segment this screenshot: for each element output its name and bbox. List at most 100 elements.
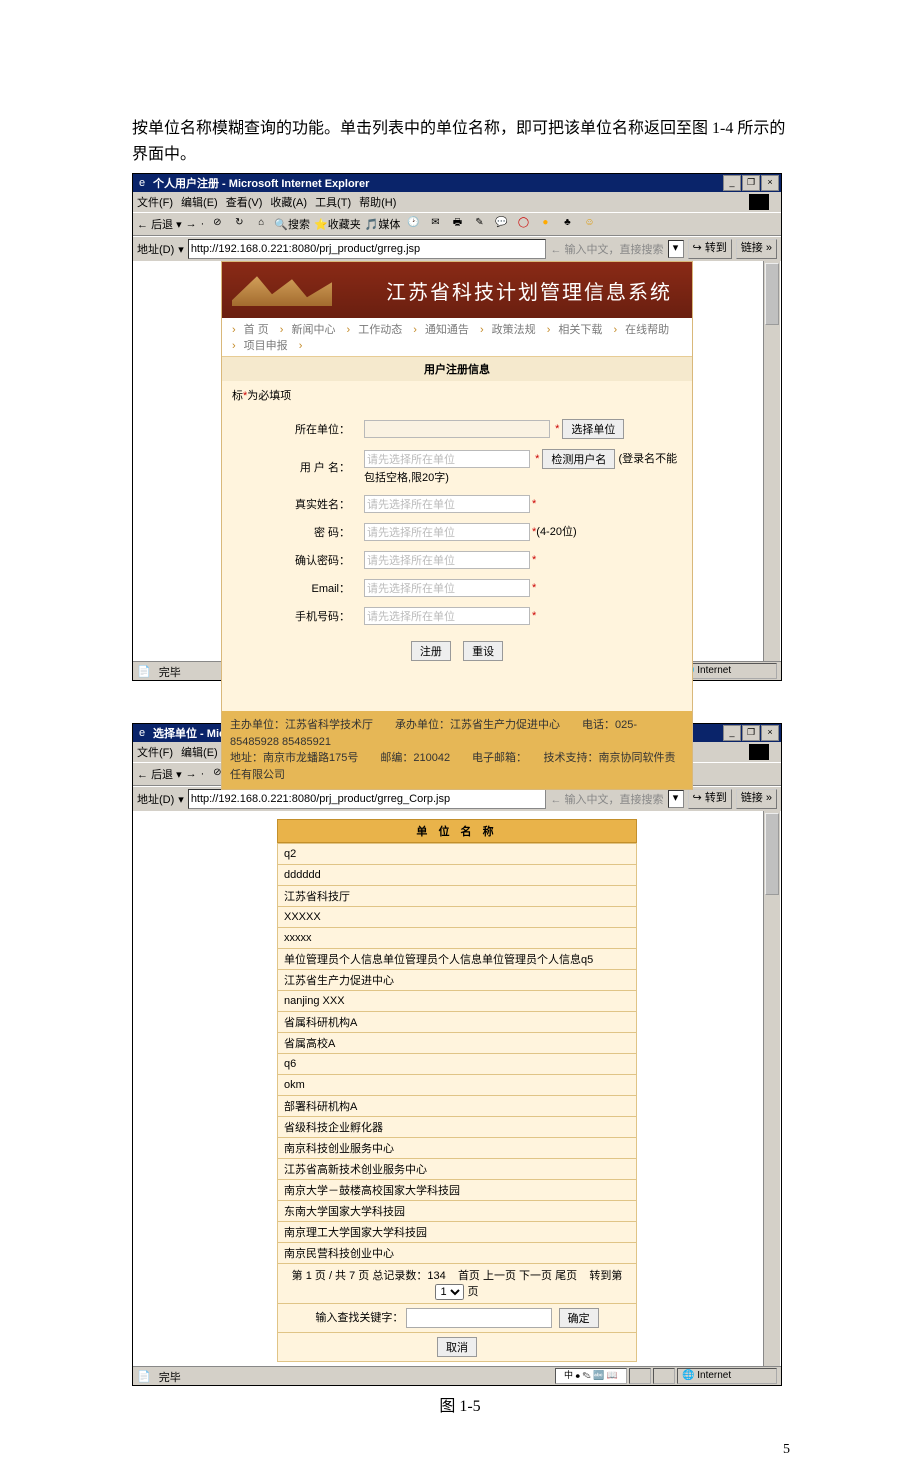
- forward-button[interactable]: →: [186, 218, 197, 230]
- scrollbar-1[interactable]: [763, 261, 780, 661]
- menu-favorites[interactable]: 收藏(A): [270, 194, 307, 210]
- org-list-item[interactable]: q6: [278, 1054, 637, 1075]
- nav-news[interactable]: 新闻中心: [291, 324, 335, 336]
- nav-policy[interactable]: 政策法规: [492, 324, 536, 336]
- titlebar-1: e 个人用户注册 - Microsoft Internet Explorer _…: [133, 174, 781, 192]
- mail-button[interactable]: ✉: [426, 215, 444, 233]
- nav-home[interactable]: 首 页: [244, 324, 269, 336]
- search-hint: ← 输入中文，直接搜索: [550, 241, 663, 257]
- pager-jump-label: 转到第: [589, 1270, 622, 1282]
- list-header: 单 位 名 称: [277, 819, 637, 843]
- stop-button[interactable]: ⊘: [208, 215, 226, 233]
- links-button[interactable]: 链接 »: [736, 789, 777, 809]
- zone-indicator: 🌐 Internet: [677, 1368, 777, 1384]
- menu-view[interactable]: 查看(V): [226, 194, 263, 210]
- pager: 第 1 页 / 共 7 页 总记录数：134 首页 上一页 下一页 尾页 转到第…: [277, 1264, 637, 1304]
- nav-help[interactable]: 在线帮助: [625, 324, 669, 336]
- minimize-button[interactable]: _: [723, 175, 741, 191]
- password-input[interactable]: [364, 523, 530, 541]
- nav-notice[interactable]: 通知通告: [425, 324, 469, 336]
- reset-button[interactable]: 重设: [463, 641, 503, 661]
- go-button[interactable]: ↪ 转到: [688, 789, 732, 809]
- check-user-button[interactable]: 检测用户名: [542, 449, 615, 469]
- close-button[interactable]: ×: [761, 175, 779, 191]
- phone-label: 手机号码：: [224, 603, 356, 629]
- username-input[interactable]: [364, 450, 530, 468]
- org-input[interactable]: [364, 420, 550, 438]
- go-button[interactable]: ↪ 转到: [688, 239, 732, 259]
- org-list-item[interactable]: 南京大学－鼓楼高校国家大学科技园: [278, 1180, 637, 1201]
- org-list-item[interactable]: XXXXX: [278, 907, 637, 928]
- org-list-item[interactable]: 江苏省科技厅: [278, 886, 637, 907]
- org-list-item[interactable]: 南京科技创业服务中心: [278, 1138, 637, 1159]
- email-input[interactable]: [364, 579, 530, 597]
- back-button[interactable]: ← 后退 ▾: [137, 216, 182, 232]
- org-list-item[interactable]: 江苏省高新技术创业服务中心: [278, 1159, 637, 1180]
- tb-icon-red[interactable]: ◯: [514, 215, 532, 233]
- site-footer: 主办单位：江苏省科学技术厅 承办单位：江苏省生产力促进中心 电话：025-854…: [222, 711, 692, 789]
- nav-apply[interactable]: 项目申报: [244, 340, 288, 352]
- favorites-button[interactable]: ⭐收藏夹: [314, 216, 361, 232]
- user-label: 用 户 名：: [224, 445, 356, 489]
- org-list-item[interactable]: dddddd: [278, 865, 637, 886]
- org-list-item[interactable]: 东南大学国家大学科技园: [278, 1201, 637, 1222]
- search-confirm-button[interactable]: 确定: [559, 1308, 599, 1328]
- org-list-item[interactable]: 江苏省生产力促进中心: [278, 970, 637, 991]
- org-list-item[interactable]: 部署科研机构A: [278, 1096, 637, 1117]
- media-button[interactable]: 🎵媒体: [365, 216, 401, 232]
- tb-icon-face[interactable]: ☺: [580, 215, 598, 233]
- search-input[interactable]: [406, 1308, 552, 1328]
- search-dropdown[interactable]: ▾: [668, 240, 684, 258]
- password-hint: (4-20位): [536, 526, 576, 538]
- search-dropdown[interactable]: ▾: [668, 790, 684, 808]
- register-button[interactable]: 注册: [411, 641, 451, 661]
- org-list-item[interactable]: 省属高校A: [278, 1033, 637, 1054]
- restore-button[interactable]: ❐: [742, 175, 760, 191]
- status-text: 完毕: [153, 1369, 187, 1383]
- nav-work[interactable]: 工作动态: [358, 324, 402, 336]
- search-hint: ← 输入中文，直接搜索: [550, 791, 663, 807]
- select-org-button[interactable]: 选择单位: [562, 419, 624, 439]
- org-list-item[interactable]: nanjing XXX: [278, 991, 637, 1012]
- pager-jump-select[interactable]: 1: [435, 1284, 464, 1300]
- ie-flag-icon: [749, 194, 769, 210]
- search-button[interactable]: 🔍搜索: [274, 216, 310, 232]
- toolbar-1: ← 后退 ▾ → · ⊘ ↻ ⌂ 🔍搜索 ⭐收藏夹 🎵媒体 🕑 ✉ 🖶 ✎ 💬 …: [133, 212, 781, 236]
- cancel-button[interactable]: 取消: [437, 1337, 477, 1357]
- url-input-2[interactable]: [188, 789, 547, 809]
- org-list-item[interactable]: 南京理工大学国家大学科技园: [278, 1222, 637, 1243]
- org-list-item[interactable]: q2: [278, 844, 637, 865]
- org-list-item[interactable]: xxxxx: [278, 928, 637, 949]
- org-list-item[interactable]: 省级科技企业孵化器: [278, 1117, 637, 1138]
- history-button[interactable]: 🕑: [404, 215, 422, 233]
- menu-help[interactable]: 帮助(H): [359, 194, 396, 210]
- url-input-1[interactable]: [188, 239, 547, 259]
- menu-tools[interactable]: 工具(T): [315, 194, 351, 210]
- scrollbar-2[interactable]: [763, 811, 780, 1366]
- pager-links[interactable]: 首页 上一页 下一页 尾页: [458, 1270, 577, 1282]
- refresh-button[interactable]: ↻: [230, 215, 248, 233]
- address-label: 地址(D): [137, 241, 174, 257]
- links-button[interactable]: 链接 »: [736, 239, 777, 259]
- menu-file[interactable]: 文件(F): [137, 194, 173, 210]
- print-button[interactable]: 🖶: [448, 215, 466, 233]
- ie-icon: e: [135, 176, 149, 190]
- org-list-item[interactable]: 南京民营科技创业中心: [278, 1243, 637, 1264]
- tb-icon-orange[interactable]: ●: [536, 215, 554, 233]
- org-list-item[interactable]: 单位管理员个人信息单位管理员个人信息单位管理员个人信息q5: [278, 949, 637, 970]
- phone-input[interactable]: [364, 607, 530, 625]
- menubar-1: 文件(F) 编辑(E) 查看(V) 收藏(A) 工具(T) 帮助(H): [133, 192, 781, 212]
- site-banner: 江苏省科技计划管理信息系统: [222, 262, 692, 318]
- discuss-button[interactable]: 💬: [492, 215, 510, 233]
- nav-download[interactable]: 相关下载: [558, 324, 602, 336]
- pager-info: 第 1 页 / 共 7 页 总记录数：134: [292, 1270, 446, 1282]
- menu-edit[interactable]: 编辑(E): [181, 194, 218, 210]
- search-label: 输入查找关键字：: [315, 1312, 403, 1324]
- home-button[interactable]: ⌂: [252, 215, 270, 233]
- org-list-item[interactable]: okm: [278, 1075, 637, 1096]
- password2-input[interactable]: [364, 551, 530, 569]
- realname-input[interactable]: [364, 495, 530, 513]
- org-list-item[interactable]: 省属科研机构A: [278, 1012, 637, 1033]
- tb-icon-a[interactable]: ♣: [558, 215, 576, 233]
- edit-button[interactable]: ✎: [470, 215, 488, 233]
